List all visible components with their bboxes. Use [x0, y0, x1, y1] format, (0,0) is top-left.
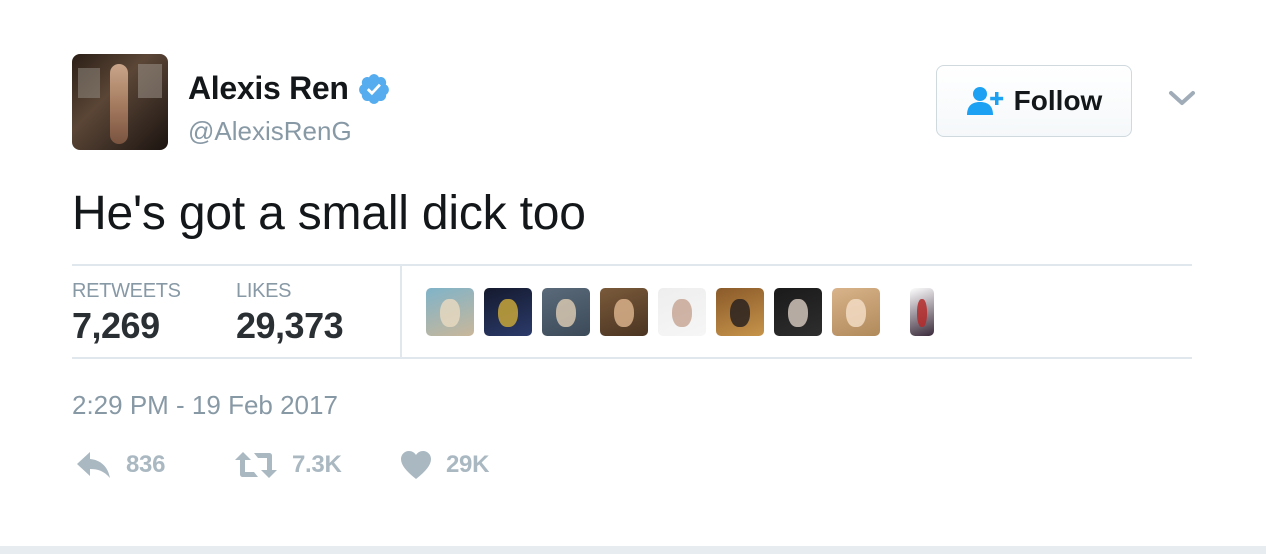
- liker-avatar[interactable]: [832, 288, 880, 336]
- liker-avatar[interactable]: [774, 288, 822, 336]
- verified-badge-icon: [357, 72, 391, 106]
- retweet-icon: [235, 452, 277, 478]
- avatar-photo-detail: [78, 68, 100, 98]
- chevron-down-icon[interactable]: [1168, 90, 1196, 108]
- avatar[interactable]: [72, 54, 168, 150]
- liker-avatar-photo: [498, 298, 518, 328]
- avatar-photo-detail: [138, 64, 162, 98]
- retweets-stat[interactable]: RETWEETS 7,269: [72, 280, 181, 347]
- tweet-stats: RETWEETS 7,269 LIKES 29,373: [72, 264, 1192, 359]
- liker-avatar[interactable]: [484, 288, 532, 336]
- follow-button-label: Follow: [1013, 85, 1103, 116]
- liker-avatar-photo: [672, 298, 692, 328]
- avatar-photo-figure: [110, 64, 128, 144]
- likes-label: LIKES: [236, 280, 292, 302]
- author-handle[interactable]: @AlexisRenG: [188, 116, 352, 147]
- liker-avatar-photo: [614, 298, 634, 328]
- retweets-label: RETWEETS: [72, 280, 181, 302]
- liker-avatar[interactable]: [716, 288, 764, 336]
- liker-avatar-photo: [556, 298, 576, 328]
- author-display-name[interactable]: Alexis Ren: [188, 70, 349, 107]
- follow-button[interactable]: Follow: [936, 65, 1132, 137]
- reply-count: 836: [126, 451, 166, 478]
- liker-avatar-photo: [846, 298, 866, 328]
- liker-avatar[interactable]: [542, 288, 590, 336]
- retweet-count: 7.3K: [292, 451, 342, 478]
- reply-button[interactable]: 836: [76, 450, 165, 480]
- liker-avatar-photo: [917, 298, 927, 328]
- reply-icon: [77, 452, 110, 478]
- liker-avatar[interactable]: [426, 288, 474, 336]
- liker-avatar-photo: [788, 298, 808, 328]
- likes-stat[interactable]: LIKES 29,373: [236, 280, 344, 347]
- bottom-divider: [0, 546, 1266, 554]
- tweet-card: Alexis Ren @AlexisRenG Follow He's got a…: [72, 0, 1195, 554]
- like-button[interactable]: 29K: [400, 450, 489, 480]
- liker-avatar-photo: [440, 298, 460, 328]
- likes-count: 29,373: [236, 305, 344, 346]
- liker-avatar-photo: [730, 298, 750, 328]
- like-count: 29K: [446, 451, 490, 478]
- retweet-button[interactable]: 7.3K: [234, 450, 342, 480]
- stats-divider: [400, 266, 402, 359]
- liker-avatar[interactable]: [910, 288, 934, 336]
- tweet-timestamp[interactable]: 2:29 PM - 19 Feb 2017: [72, 390, 338, 421]
- heart-icon: [401, 451, 431, 479]
- liker-avatar[interactable]: [600, 288, 648, 336]
- add-user-icon: [966, 86, 1004, 116]
- tweet-text: He's got a small dick too: [72, 187, 586, 240]
- author-name-row: Alexis Ren: [188, 70, 391, 107]
- retweets-count: 7,269: [72, 305, 160, 346]
- liker-avatar[interactable]: [658, 288, 706, 336]
